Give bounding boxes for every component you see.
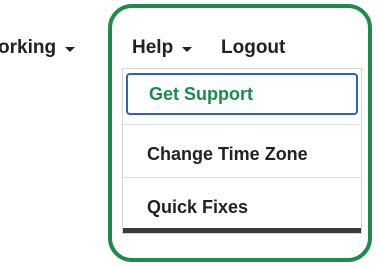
screen: orking Help Logout Get Support Change Ti…	[0, 0, 380, 268]
caret-down-icon	[182, 46, 193, 52]
menu-item-get-support[interactable]: Get Support	[126, 73, 358, 115]
nav-networking-menu[interactable]: orking	[0, 36, 76, 60]
nav-help-label: Help	[132, 37, 174, 58]
dropdown-bottom-bar	[123, 228, 361, 233]
menu-item-label: Get Support	[149, 83, 253, 104]
nav-networking-label: orking	[0, 37, 57, 58]
nav-logout-label: Logout	[221, 37, 286, 58]
nav-help-menu[interactable]: Help	[132, 36, 193, 60]
menu-item-quick-fixes[interactable]: Quick Fixes	[123, 186, 361, 228]
help-dropdown-menu: Get Support Change Time Zone Quick Fixes	[122, 68, 362, 234]
menu-item-change-time-zone[interactable]: Change Time Zone	[123, 133, 361, 175]
menu-item-label: Quick Fixes	[147, 196, 249, 217]
menu-divider	[123, 177, 361, 178]
caret-down-icon	[65, 46, 76, 52]
nav-logout-link[interactable]: Logout	[221, 36, 285, 60]
menu-divider	[123, 124, 361, 125]
menu-item-label: Change Time Zone	[147, 143, 308, 164]
